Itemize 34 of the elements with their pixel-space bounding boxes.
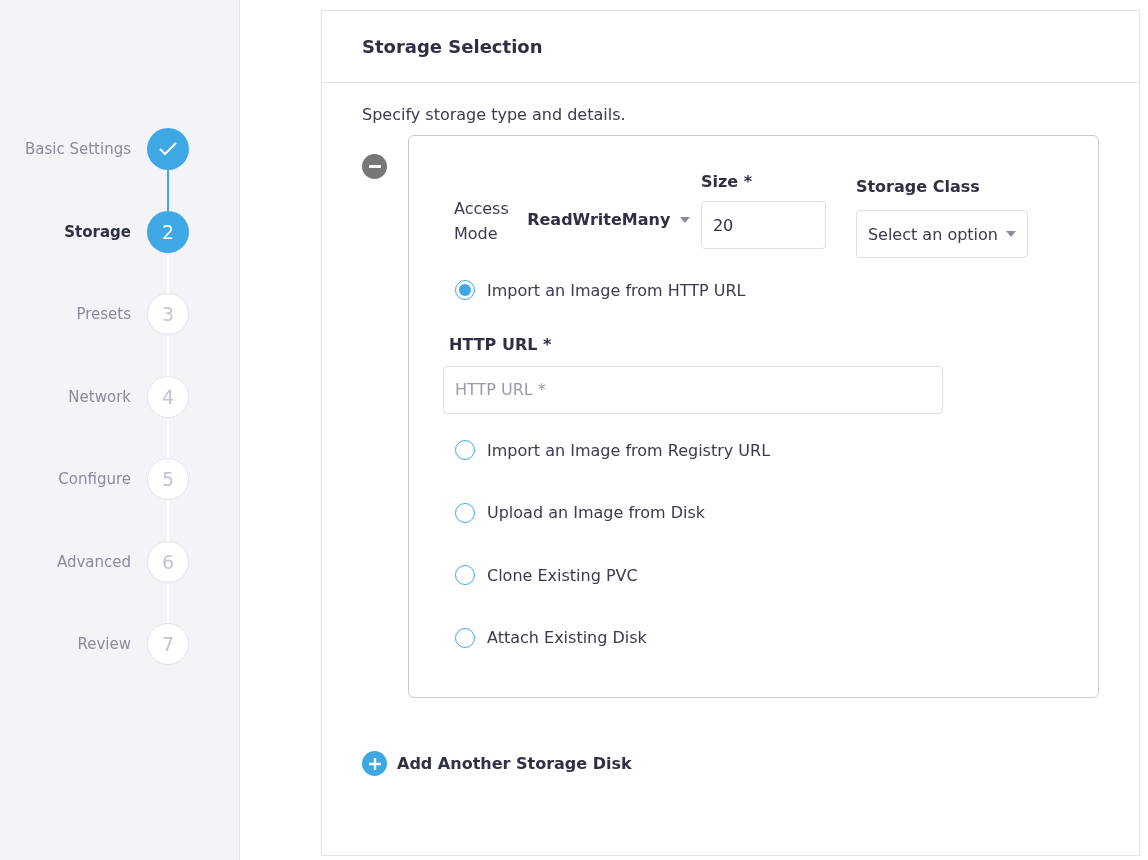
description-text: Specify storage type and details. [362,105,627,124]
size-field[interactable]: 20 [700,201,826,249]
step-label[interactable]: Presets [76,305,131,323]
caret-icon [680,216,691,223]
step-label[interactable]: Review [77,635,131,653]
access-mode-label: Access Mode [454,198,510,245]
source-radio[interactable]: Clone Existing PVC [455,561,1058,589]
step-label[interactable]: Network [68,387,131,406]
step-number[interactable]: 4 [147,375,189,418]
step-label[interactable]: Storage [64,222,131,241]
step-label[interactable]: Advanced [56,552,131,571]
step-number[interactable]: 3 [147,293,189,335]
check-step-icon[interactable] [147,128,189,170]
source-radio[interactable]: Import an Image from Registry URL [455,436,1058,464]
caret-icon [1006,231,1016,237]
http-url-label: HTTP URL * [449,334,553,354]
source-radio[interactable]: Import an Image from HTTP URL [455,276,1058,304]
storage-class-label: Storage Class [855,177,981,196]
step-number[interactable]: 7 [147,623,189,665]
step-number[interactable]: 5 [147,458,189,500]
source-radio[interactable]: Upload an Image from Disk [455,498,1058,527]
http-url-field[interactable]: HTTP URL * [443,365,943,414]
step-number[interactable]: 6 [147,540,189,583]
size-label: Size * [700,172,754,191]
card-title: Storage Selection [362,36,543,57]
plus-icon [362,751,387,776]
step-label[interactable]: Configure [58,470,131,488]
add-disk-button[interactable]: Add Another Storage Disk [362,751,632,776]
step-number[interactable]: 2 [147,210,189,253]
source-radio[interactable]: Attach Existing Disk [455,623,1058,652]
storage-class-select[interactable]: Select an option [855,210,1028,258]
access-mode-dropdown[interactable]: ReadWriteMany [527,210,701,229]
step-label[interactable]: Basic Settings [25,140,131,158]
remove-icon[interactable] [362,154,387,179]
